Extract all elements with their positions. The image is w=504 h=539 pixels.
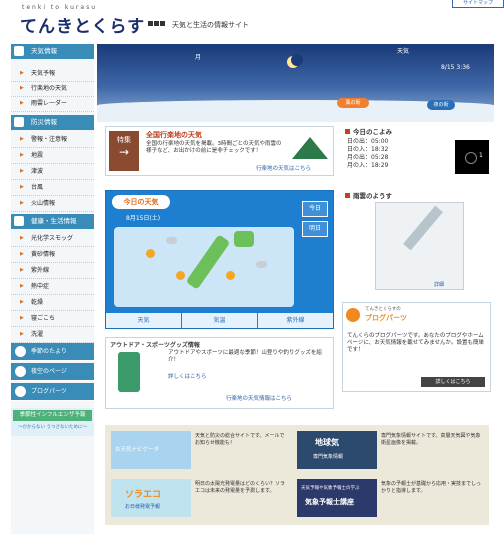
sun-icon: [226, 271, 235, 280]
sidebar-item-dryness[interactable]: ▶ 乾燥: [11, 295, 94, 311]
outdoor-title: アウトドア・スポーツグッズ情報: [110, 342, 200, 349]
blog-parts-card[interactable]: てんきとくらすの ブログパーツ てんくらのブログパーツです。あなたのブログやホー…: [342, 302, 491, 392]
moon-icon: [15, 366, 26, 377]
today-weather-panel: 今日の天気 8月15日(土) 今日 明日 天気 気温 紫外線: [105, 190, 334, 329]
site-tagline: 天気と生活の情報サイト: [172, 21, 249, 29]
calendar-title: 今日のこよみ: [345, 126, 392, 136]
tab-temperature[interactable]: 気温: [182, 313, 258, 328]
health-icon: [14, 216, 24, 226]
calendar-row: 日の出：05:00: [347, 138, 389, 145]
sidebar-item-leisure[interactable]: ▶ 行楽地の天気: [11, 81, 94, 97]
site-logo[interactable]: てんきとくらす: [20, 12, 145, 37]
sun-sign[interactable]: 夜の街: [427, 100, 455, 110]
cloud-icon: [256, 261, 267, 268]
feature-title: 全国行楽地の天気: [146, 131, 202, 139]
sidebar-item-volcano[interactable]: ▶ 火山情報: [11, 196, 94, 212]
logo-subtitle: tenki to kurasu: [22, 4, 97, 11]
outdoor-leisure-link[interactable]: 行楽地の天気情報はこちら: [226, 394, 292, 402]
feature-badge: 特集 →: [109, 131, 139, 171]
sidebar-item-tsunami[interactable]: ▶ 津波: [11, 164, 94, 180]
banner-soraeco[interactable]: ソラエコ お日様発電予報: [111, 479, 191, 517]
feature-link[interactable]: 行楽地の天気はこちら: [256, 164, 311, 172]
calendar-row: 日の入：18:32: [347, 146, 389, 153]
sidebar: 天気情報 ▶ 天気予報 ▶ 行楽地の天気 ▶ 雨雲レーダー 防災情報 ▶ 警報・注意報 …: [11, 44, 94, 534]
sidebar-item-forecast[interactable]: ▶ 天気予報: [11, 66, 94, 82]
sidebar-item-radar[interactable]: ▶ 雨雲レーダー: [11, 96, 94, 112]
sidebar-cat-weather[interactable]: 天気情報: [11, 44, 94, 59]
hokkaido-land: [234, 231, 254, 247]
logo-squares: [148, 20, 166, 26]
calendar-list: 日の出：05:00 日の入：18:32 月の出：05:28 月の入：18:29 …: [345, 138, 493, 180]
arrow-right-icon: →: [118, 145, 130, 159]
outdoor-more-link[interactable]: 詳しくはこちら: [168, 372, 207, 380]
calendar-row: 月の入：18:29: [347, 162, 389, 169]
weather-icon: [14, 46, 24, 56]
sidebar-item-laundry[interactable]: ▶ 洗濯: [11, 327, 94, 343]
today-button[interactable]: 今日: [302, 201, 328, 217]
clouds-title: 雨雲のようす: [345, 190, 392, 200]
home-sign[interactable]: 風の街: [337, 98, 369, 108]
feature-desc: 全国の行楽地の天気を掲載。3時間ごとの天気や雨雲の様子など、お出かけの前に是非チ…: [146, 141, 282, 154]
parts-icon: [15, 386, 26, 397]
tab-weather[interactable]: 天気: [106, 313, 182, 328]
moon-phase-image: 1: [455, 140, 489, 174]
banner-chikyuki[interactable]: 地球気 専門気象情報: [297, 431, 377, 469]
sidebar-cat-disaster[interactable]: 防災情報: [11, 115, 94, 130]
sitemap-link[interactable]: サイトマップ: [452, 0, 504, 8]
tab-uv[interactable]: 紫外線: [258, 313, 333, 328]
tomorrow-button[interactable]: 明日: [302, 221, 328, 237]
site-header: tenki to kurasu てんきとくらす 天気と生活の情報サイト サイトマ…: [0, 0, 504, 44]
weather-tabs: 天気 気温 紫外線: [106, 313, 333, 328]
japan-land: [403, 205, 443, 251]
mountain-icon: [292, 137, 328, 159]
lantern-icon: [118, 352, 140, 392]
leaf-icon: [15, 346, 26, 357]
sidebar-item-heatstroke[interactable]: ▶ 熱中症: [11, 279, 94, 295]
sidebar-item-earthquake[interactable]: ▶ 地震: [11, 148, 94, 164]
banner-otenki-navi[interactable]: お天気ナビゲータ: [111, 431, 191, 469]
gear-icon: [346, 308, 360, 322]
sidebar-item-smog[interactable]: ▶ 光化学スモッグ: [11, 231, 94, 247]
datetime-display: 8/15 3:36: [441, 64, 470, 71]
night-sky-button[interactable]: 夜空のページ: [11, 363, 94, 381]
season-news-button[interactable]: 季節のたより: [11, 343, 94, 361]
sidebar-item-dust[interactable]: ▶ 黄砂情報: [11, 247, 94, 263]
banner-forecaster-course[interactable]: 天気予報や気象予報士の学ぶ 気象予報士講座: [297, 479, 377, 517]
sidebar-item-sleep[interactable]: ▶ 寝ごこち: [11, 311, 94, 327]
blog-desc: てんくらのブログパーツです。あなたのブログやホームページに、お天気情報を載せてみ…: [347, 333, 484, 353]
blog-more-button[interactable]: 詳しくはこちら: [421, 377, 485, 387]
sun-icon: [146, 249, 155, 258]
hero-banner: 月 天気 8/15 3:36 風の街 夜の街: [97, 44, 494, 122]
feature-card[interactable]: 特集 → 全国行楽地の天気 全国の行楽地の天気を掲載。3時間ごとの天気や雨雲の様…: [105, 126, 334, 176]
calendar-row: 月の出：05:28: [347, 154, 389, 161]
sidebar-item-uv[interactable]: ▶ 紫外線: [11, 263, 94, 279]
banner-area: お天気ナビゲータ 天気と防災の総合サイトです。メールでお知らせ機能も！ 地球気 …: [105, 425, 489, 525]
cloud-icon: [166, 237, 177, 244]
sidebar-item-typhoon[interactable]: ▶ 台風: [11, 180, 94, 196]
clouds-detail-link[interactable]: 詳細: [434, 281, 444, 288]
today-weather-title: 今日の天気: [112, 195, 170, 209]
sun-icon: [176, 271, 185, 280]
flu-forecast-banner[interactable]: 季節性インフルエンザ予報 〜かからない うつさないために〜: [11, 408, 94, 436]
today-date: 8月15日(土): [126, 215, 161, 222]
outdoor-desc: アウトドアやスポーツに最適な季節！山登りや釣りグッズを紹介！: [168, 350, 322, 363]
blog-parts-button[interactable]: ブログパーツ: [11, 383, 94, 401]
outdoor-card[interactable]: アウトドア・スポーツグッズ情報 アウトドアやスポーツに最適な季節！山登りや釣りグ…: [105, 337, 334, 409]
blog-title: ブログパーツ: [365, 314, 407, 322]
warning-icon: [14, 117, 24, 127]
moon-icon: [465, 152, 477, 164]
sidebar-cat-health[interactable]: 健康・生活情報: [11, 214, 94, 229]
sidebar-item-warnings[interactable]: ▶ 警報・注意報: [11, 132, 94, 148]
rain-cloud-map[interactable]: 詳細: [375, 202, 464, 290]
